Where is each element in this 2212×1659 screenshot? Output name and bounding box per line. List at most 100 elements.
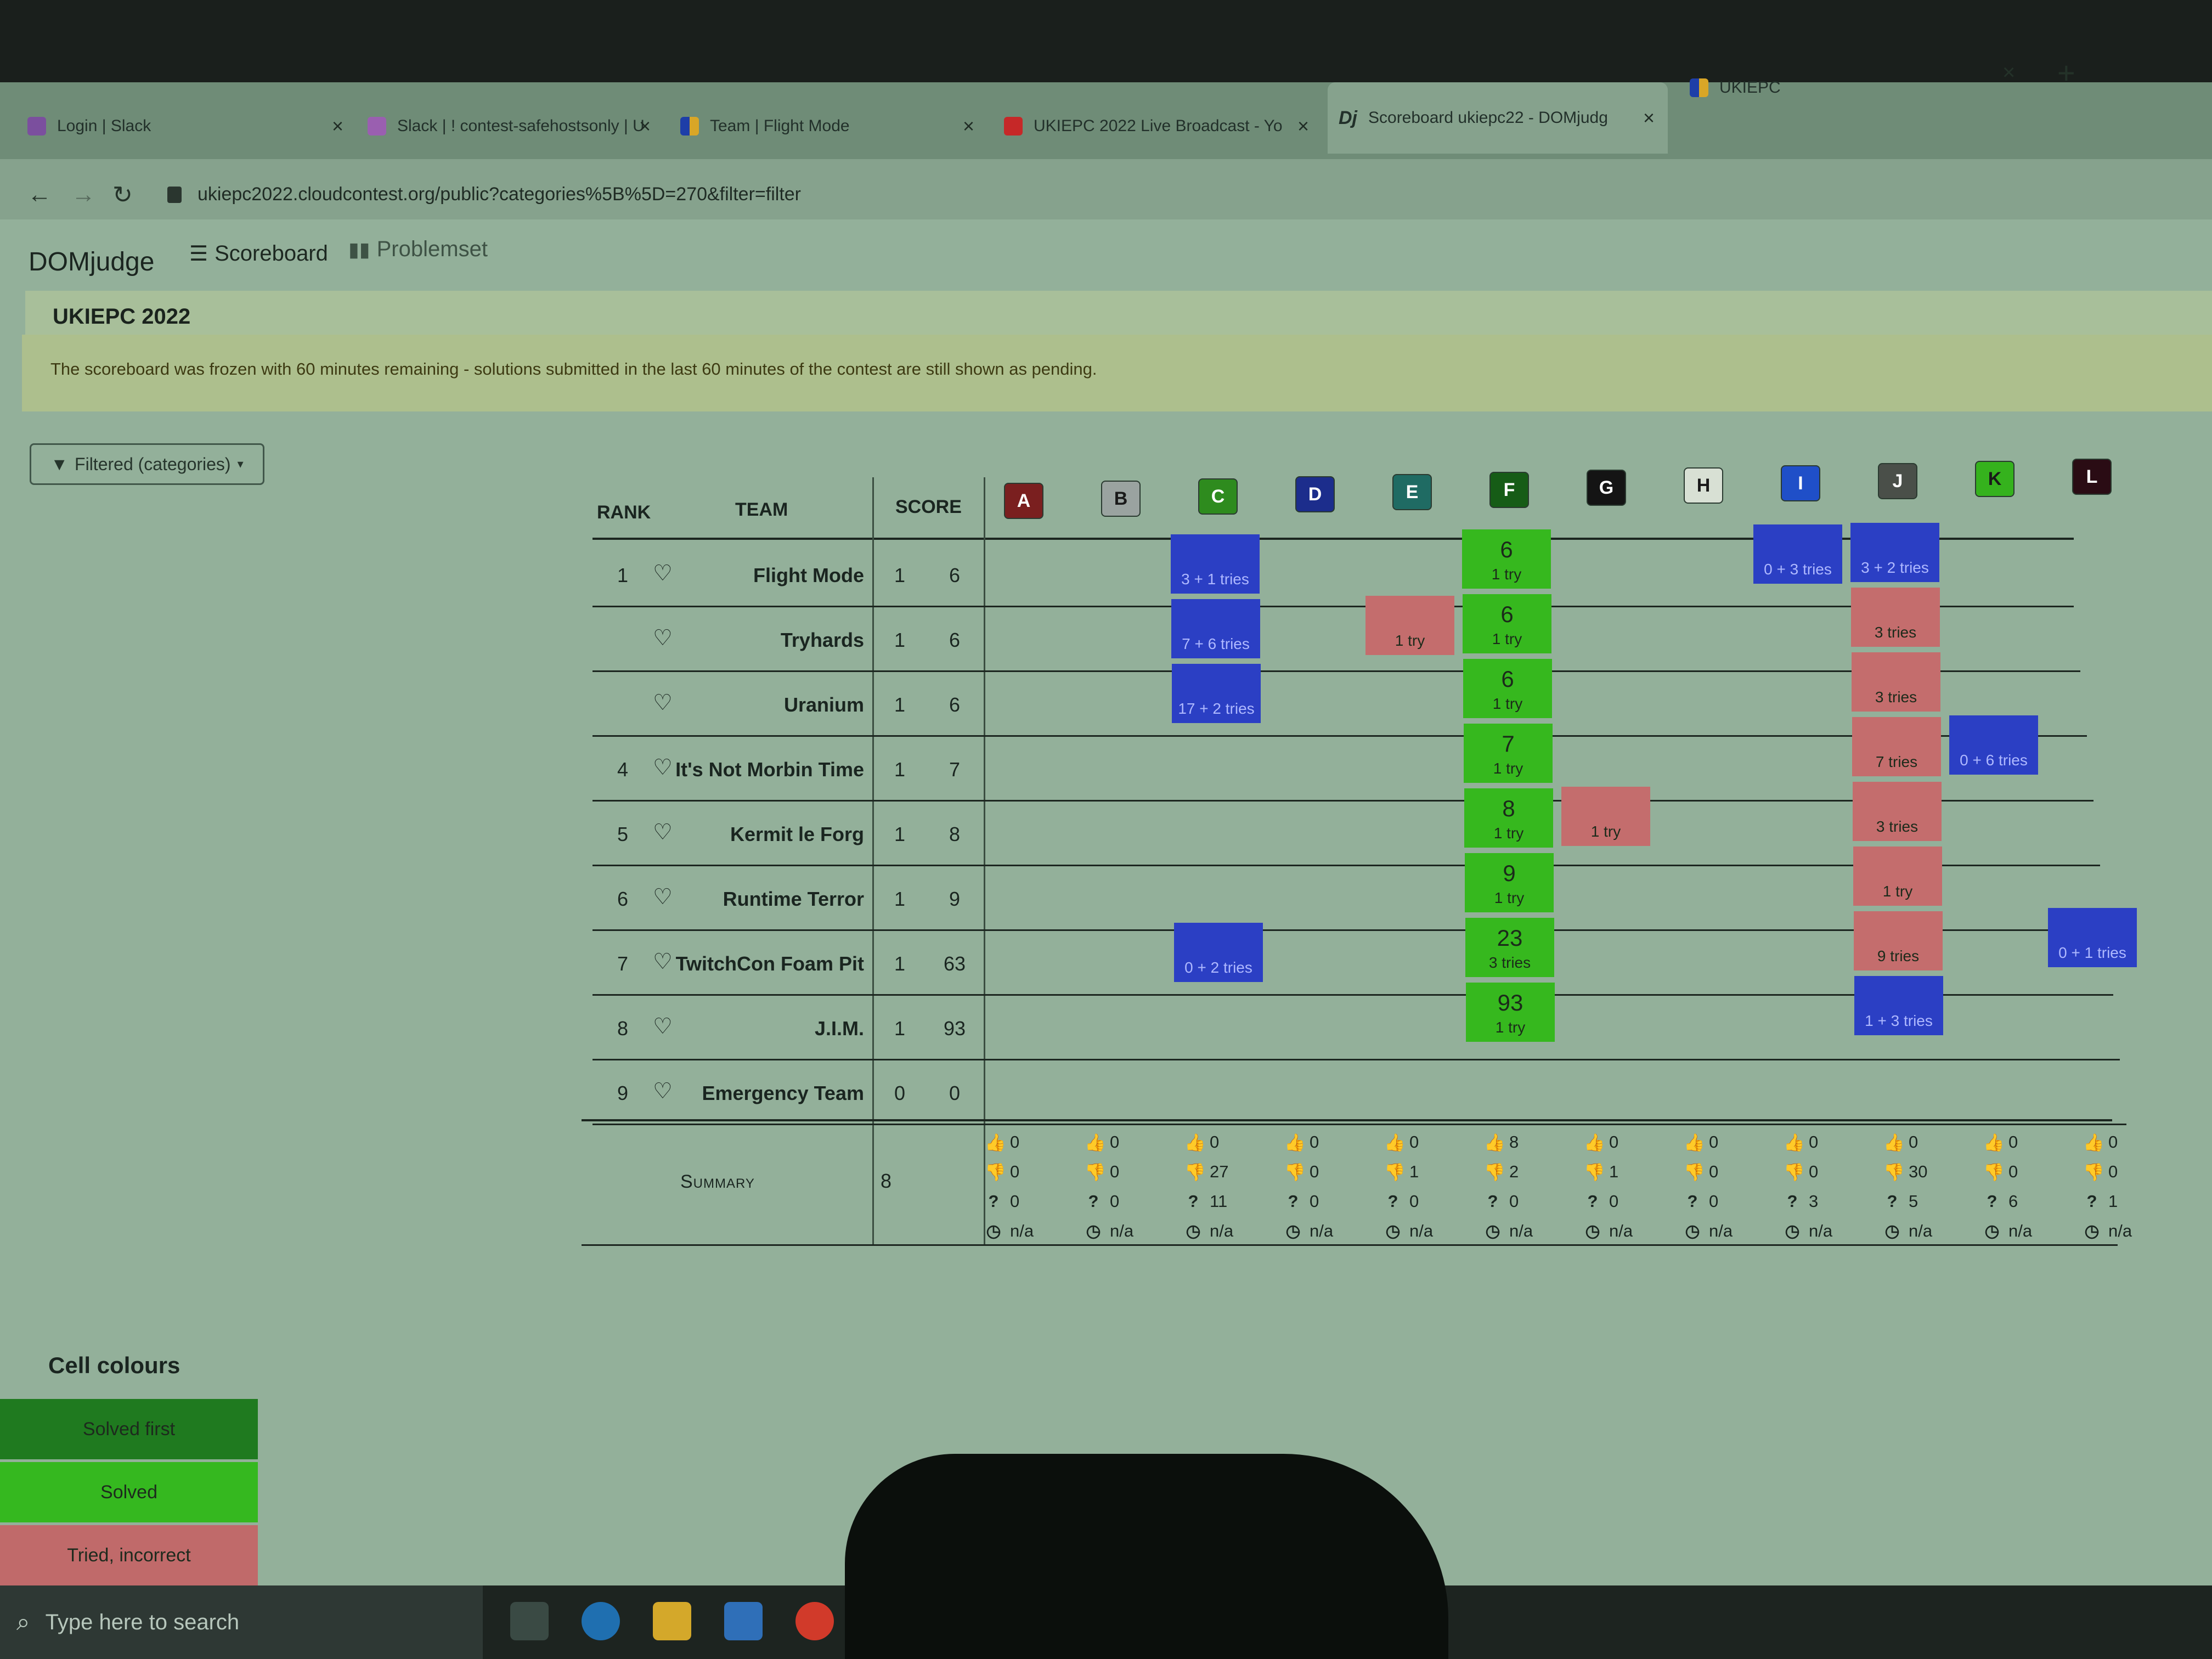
score-cell-f[interactable]: 6 1 try: [1463, 594, 1551, 653]
summary-value: 8: [1509, 1132, 1519, 1152]
score-cell-f[interactable]: 6 1 try: [1463, 659, 1552, 718]
team-name[interactable]: Kermit le Forg: [645, 823, 864, 846]
problem-header-a[interactable]: A: [1004, 483, 1043, 519]
row-divider: [592, 1059, 2120, 1060]
problem-header-j[interactable]: J: [1878, 463, 1917, 499]
score-cell-j[interactable]: 1 + 3 tries: [1854, 976, 1943, 1035]
problem-header-f[interactable]: F: [1489, 472, 1529, 508]
team-name[interactable]: Uranium: [645, 693, 864, 716]
score-cell-f[interactable]: 23 3 tries: [1465, 918, 1554, 977]
score-cell-f[interactable]: 7 1 try: [1464, 724, 1553, 783]
score-cell-j[interactable]: 3 tries: [1852, 652, 1940, 712]
score-cell-j[interactable]: 3 + 2 tries: [1850, 523, 1939, 582]
summary-first: ◷ n/a: [2083, 1216, 2176, 1246]
team-name[interactable]: Emergency Team: [645, 1082, 864, 1105]
score-cell-j[interactable]: 1 try: [1853, 847, 1942, 906]
tries-label: 7 tries: [1875, 753, 1918, 770]
summary-value: 0: [1010, 1162, 1020, 1181]
close-icon[interactable]: ×: [332, 115, 343, 138]
team-name[interactable]: Runtime Terror: [645, 888, 864, 911]
score-cell-j[interactable]: 7 tries: [1852, 717, 1941, 776]
problem-header-g[interactable]: G: [1587, 470, 1626, 506]
problem-header-l[interactable]: L: [2072, 459, 2112, 495]
tab-team-flight-mode[interactable]: Team | Flight Mode ×: [669, 99, 988, 154]
score-cell-l[interactable]: 0 + 1 tries: [2048, 908, 2137, 967]
thumbs-down-icon: 👎: [1184, 1162, 1206, 1182]
team-name[interactable]: TwitchCon Foam Pit: [645, 952, 864, 975]
problem-header-d[interactable]: D: [1295, 476, 1335, 512]
tab-scoreboard[interactable]: Dj Scoreboard ukiepc22 - DOMjudg ×: [1328, 82, 1668, 154]
problem-header-i[interactable]: I: [1781, 465, 1820, 501]
new-tab-icon[interactable]: +: [2057, 55, 2075, 91]
score-cell-c[interactable]: 0 + 2 tries: [1174, 923, 1263, 982]
score-cell-f[interactable]: 9 1 try: [1465, 853, 1554, 912]
team-name[interactable]: J.I.M.: [645, 1017, 864, 1040]
close-icon[interactable]: ×: [1643, 106, 1655, 129]
header-rank: RANK: [597, 502, 651, 523]
summary-incorrect: 👎 0: [1784, 1157, 1877, 1187]
filter-dropdown-button[interactable]: ▼ Filtered (categories) ▾: [30, 443, 264, 485]
score-cell-f[interactable]: 93 1 try: [1466, 983, 1555, 1042]
back-icon[interactable]: ←: [27, 181, 52, 208]
tries-label: 1 try: [1493, 760, 1523, 777]
summary-column-l: 👍 0 👎 0? 1 ◷ n/a: [2083, 1127, 2176, 1246]
clock-icon: ◷: [1585, 1221, 1600, 1240]
chrome-icon[interactable]: [795, 1602, 834, 1640]
edge-icon[interactable]: [582, 1602, 620, 1640]
nav-problemset[interactable]: ▮▮ Problemset: [348, 237, 488, 262]
problem-header-b[interactable]: B: [1101, 481, 1141, 517]
question-icon: ?: [1188, 1192, 1199, 1211]
close-icon[interactable]: ×: [963, 115, 974, 138]
nav-scoreboard[interactable]: ☰ Scoreboard: [189, 241, 328, 266]
score-cell-c[interactable]: 3 + 1 tries: [1171, 534, 1260, 594]
summary-value: n/a: [1709, 1221, 1733, 1240]
close-icon[interactable]: ×: [639, 115, 651, 138]
legend-solved-first: Solved first: [0, 1399, 258, 1459]
team-name[interactable]: Flight Mode: [645, 564, 864, 587]
domjudge-brand[interactable]: DOMjudge: [29, 247, 154, 277]
score-cell-e[interactable]: 1 try: [1365, 596, 1454, 655]
solve-time: 9: [1503, 860, 1516, 886]
score-cell-i[interactable]: 0 + 3 tries: [1753, 524, 1842, 584]
question-icon: ?: [2086, 1192, 2097, 1211]
problem-header-k[interactable]: K: [1975, 461, 2015, 497]
score-cell-j[interactable]: 9 tries: [1854, 911, 1943, 970]
url-field[interactable]: ukiepc2022.cloudcontest.org/public?categ…: [198, 184, 801, 205]
score-cell-c[interactable]: 17 + 2 tries: [1172, 664, 1261, 723]
close-icon[interactable]: ×: [2002, 60, 2015, 85]
team-name[interactable]: It's Not Morbin Time: [645, 758, 864, 781]
nav-problemset-label: Problemset: [376, 237, 488, 261]
taskbar-search[interactable]: ⌕ Type here to search: [0, 1585, 483, 1659]
tab-ukiepc[interactable]: UKIEPC: [1679, 60, 2008, 115]
tab-login-slack[interactable]: Login | Slack ×: [16, 99, 357, 154]
score-cell-g[interactable]: 1 try: [1561, 787, 1650, 846]
score-cell-f[interactable]: 6 1 try: [1462, 529, 1551, 589]
summary-first: ◷ n/a: [1284, 1216, 1378, 1246]
score-cell-c[interactable]: 7 + 6 tries: [1171, 599, 1260, 658]
summary-pending: ? 0: [1085, 1187, 1178, 1216]
score-cell-k[interactable]: 0 + 6 tries: [1949, 715, 2038, 775]
problem-header-h[interactable]: H: [1684, 467, 1723, 504]
forward-icon[interactable]: →: [71, 181, 95, 208]
reload-icon[interactable]: ↻: [112, 181, 133, 209]
task-view-icon[interactable]: [510, 1602, 549, 1640]
summary-incorrect: 👎 0: [1983, 1157, 2076, 1187]
summary-correct: 👍 0: [1684, 1127, 1777, 1157]
score-cell-j[interactable]: 3 tries: [1851, 588, 1940, 647]
score-cell-j[interactable]: 3 tries: [1853, 782, 1942, 841]
close-icon[interactable]: ×: [1297, 115, 1309, 138]
team-name[interactable]: Tryhards: [645, 629, 864, 652]
team-penalty-time: 8: [949, 823, 961, 845]
store-icon[interactable]: [724, 1602, 763, 1640]
score-cell-f[interactable]: 8 1 try: [1464, 788, 1553, 848]
clock-icon: ◷: [1485, 1221, 1500, 1240]
thumbs-down-icon: 👎: [1983, 1162, 2005, 1182]
problem-header-c[interactable]: C: [1198, 478, 1238, 515]
problem-header-e[interactable]: E: [1392, 474, 1432, 510]
tab-slack-contest[interactable]: Slack | ! contest-safehostsonly | U ×: [357, 99, 664, 154]
file-explorer-icon[interactable]: [653, 1602, 691, 1640]
filter-label: Filtered (categories): [75, 454, 231, 474]
summary-value: n/a: [1210, 1221, 1234, 1240]
tab-youtube-broadcast[interactable]: UKIEPC 2022 Live Broadcast - Yo ×: [993, 99, 1322, 154]
summary-value: n/a: [1509, 1221, 1533, 1240]
